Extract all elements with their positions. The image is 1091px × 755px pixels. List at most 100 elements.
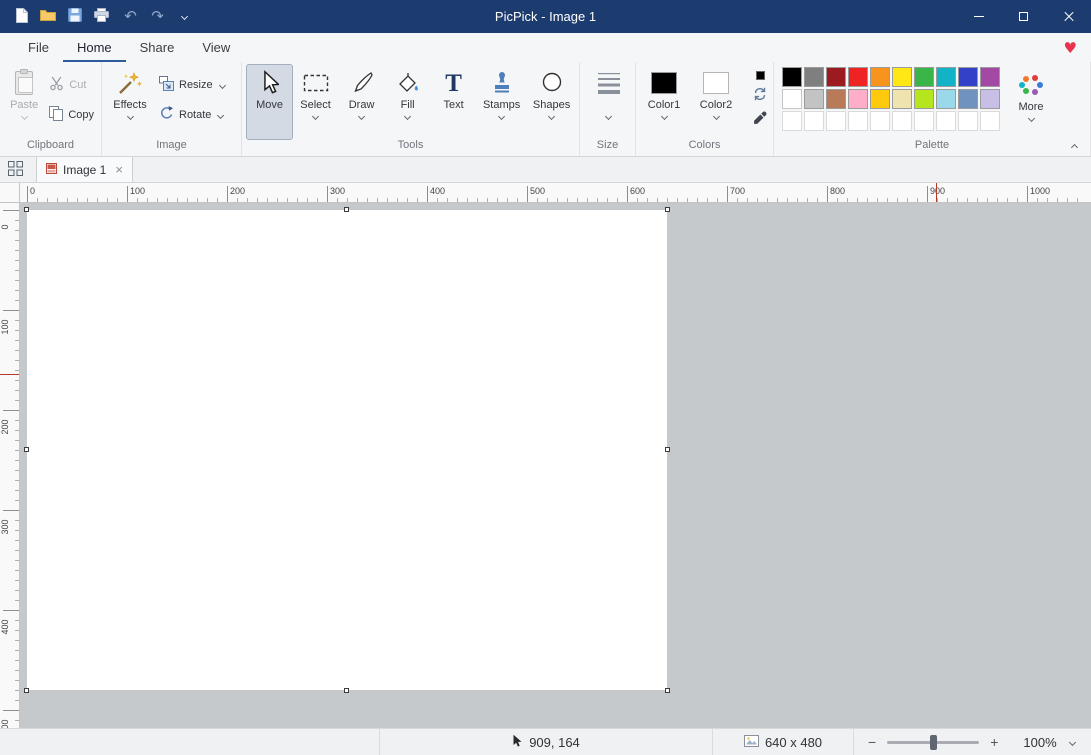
palette-swatch-2-1[interactable]	[804, 111, 824, 131]
resize-handle-middle-left[interactable]	[24, 447, 29, 452]
new-file-button[interactable]	[8, 0, 33, 33]
palette-swatch-2-3[interactable]	[848, 111, 868, 131]
palette-swatch-1-1[interactable]	[804, 89, 824, 109]
horizontal-ruler: 01002003004005006007008009001000	[20, 183, 1091, 203]
print-button[interactable]	[89, 0, 114, 33]
cut-button[interactable]: Cut	[45, 75, 98, 95]
palette-swatch-2-8[interactable]	[958, 111, 978, 131]
current-color-well[interactable]	[756, 71, 765, 80]
tool-text-button[interactable]: T Text	[431, 65, 476, 139]
resize-handle-top-left[interactable]	[24, 207, 29, 212]
color2-button[interactable]: Color2	[693, 65, 739, 139]
palette-swatch-2-9[interactable]	[980, 111, 1000, 131]
palette-swatch-1-8[interactable]	[958, 89, 978, 109]
group-label-palette: Palette	[774, 139, 1090, 156]
palette-swatch-0-3[interactable]	[848, 67, 868, 87]
grid-icon	[7, 160, 24, 180]
h-ruler-tick	[27, 186, 28, 202]
tool-select-button[interactable]: Select	[293, 65, 338, 139]
rotate-button[interactable]: Rotate	[155, 105, 231, 125]
line-size-button[interactable]	[586, 65, 632, 139]
window-grid-button[interactable]	[0, 157, 30, 182]
palette-swatch-2-2[interactable]	[826, 111, 846, 131]
palette-swatch-2-5[interactable]	[892, 111, 912, 131]
vertical-ruler: 0100200300400500	[0, 203, 20, 728]
open-file-button[interactable]	[35, 0, 60, 33]
resize-handle-bottom-right[interactable]	[665, 688, 670, 693]
tool-draw-button[interactable]: Draw	[339, 65, 384, 139]
tab-file[interactable]: File	[14, 33, 63, 62]
zoom-out-button[interactable]: −	[868, 735, 876, 749]
window-controls	[956, 0, 1091, 33]
tool-stamps-button[interactable]: Stamps	[477, 65, 526, 139]
v-ruler-label: 500	[0, 712, 10, 728]
canvas[interactable]	[27, 210, 667, 690]
chevron-down-icon[interactable]	[1068, 739, 1077, 745]
paste-button[interactable]: Paste	[5, 65, 43, 139]
palette-swatch-1-6[interactable]	[914, 89, 934, 109]
save-button[interactable]	[62, 0, 87, 33]
palette-swatch-0-4[interactable]	[870, 67, 890, 87]
zoom-slider-handle[interactable]	[930, 735, 937, 750]
tab-view[interactable]: View	[188, 33, 244, 62]
status-section-image-size: 640 x 480	[713, 735, 853, 750]
minimize-button[interactable]	[956, 0, 1001, 33]
eyedropper-button[interactable]	[753, 111, 767, 128]
palette-swatch-0-2[interactable]	[826, 67, 846, 87]
resize-handle-top-middle[interactable]	[344, 207, 349, 212]
h-ruler-cursor-indicator	[936, 183, 937, 202]
customize-qat-button[interactable]	[172, 0, 197, 33]
resize-button[interactable]: Resize	[155, 75, 231, 95]
tab-close-icon[interactable]: ×	[115, 162, 123, 177]
palette-swatch-1-3[interactable]	[848, 89, 868, 109]
palette-swatch-1-2[interactable]	[826, 89, 846, 109]
resize-handle-bottom-middle[interactable]	[344, 688, 349, 693]
group-label-size: Size	[580, 139, 635, 156]
palette-swatch-1-9[interactable]	[980, 89, 1000, 109]
close-button[interactable]	[1046, 0, 1091, 33]
more-colors-button[interactable]: More	[1010, 67, 1052, 139]
palette-swatch-2-4[interactable]	[870, 111, 890, 131]
palette-swatch-0-7[interactable]	[936, 67, 956, 87]
tab-home[interactable]: Home	[63, 33, 126, 62]
palette-swatch-1-4[interactable]	[870, 89, 890, 109]
redo-button[interactable]: ↷	[145, 0, 170, 33]
tool-move-button[interactable]: Move	[247, 65, 292, 139]
palette-swatch-2-7[interactable]	[936, 111, 956, 131]
tab-image-1[interactable]: Image 1 ×	[36, 157, 133, 182]
zoom-in-button[interactable]: +	[990, 735, 998, 749]
swap-colors-button[interactable]	[753, 87, 767, 104]
maximize-icon	[1019, 12, 1028, 21]
palette-swatch-1-5[interactable]	[892, 89, 912, 109]
resize-handle-middle-right[interactable]	[665, 447, 670, 452]
palette-swatch-0-0[interactable]	[782, 67, 802, 87]
palette-swatch-0-6[interactable]	[914, 67, 934, 87]
tool-shapes-button[interactable]: Shapes	[527, 65, 576, 139]
resize-handle-top-right[interactable]	[665, 207, 670, 212]
h-ruler-label: 200	[230, 186, 245, 196]
heart-icon[interactable]: ♥	[1064, 39, 1077, 57]
maximize-button[interactable]	[1001, 0, 1046, 33]
palette-swatch-1-0[interactable]	[782, 89, 802, 109]
palette-swatch-0-8[interactable]	[958, 67, 978, 87]
copy-button[interactable]: Copy	[45, 105, 98, 125]
zoom-level[interactable]: 100%	[1023, 735, 1056, 750]
palette-swatch-0-1[interactable]	[804, 67, 824, 87]
zoom-slider[interactable]	[887, 735, 979, 750]
resize-handle-bottom-left[interactable]	[24, 688, 29, 693]
palette-swatch-2-0[interactable]	[782, 111, 802, 131]
palette-swatch-1-7[interactable]	[936, 89, 956, 109]
palette-swatch-2-6[interactable]	[914, 111, 934, 131]
tab-share[interactable]: Share	[126, 33, 189, 62]
swap-colors-icon	[753, 89, 767, 104]
undo-button[interactable]: ↶	[118, 0, 143, 33]
palette-swatch-0-9[interactable]	[980, 67, 1000, 87]
collapse-ribbon-button[interactable]	[1070, 137, 1079, 152]
h-ruler-tick	[127, 186, 128, 202]
ribbon-group-image: Effects Resize Rotate Image	[102, 62, 242, 156]
group-label-clipboard: Clipboard	[0, 139, 101, 156]
palette-swatch-0-5[interactable]	[892, 67, 912, 87]
tool-fill-button[interactable]: Fill	[385, 65, 430, 139]
color1-button[interactable]: Color1	[641, 65, 687, 139]
effects-button[interactable]: Effects	[107, 65, 153, 139]
